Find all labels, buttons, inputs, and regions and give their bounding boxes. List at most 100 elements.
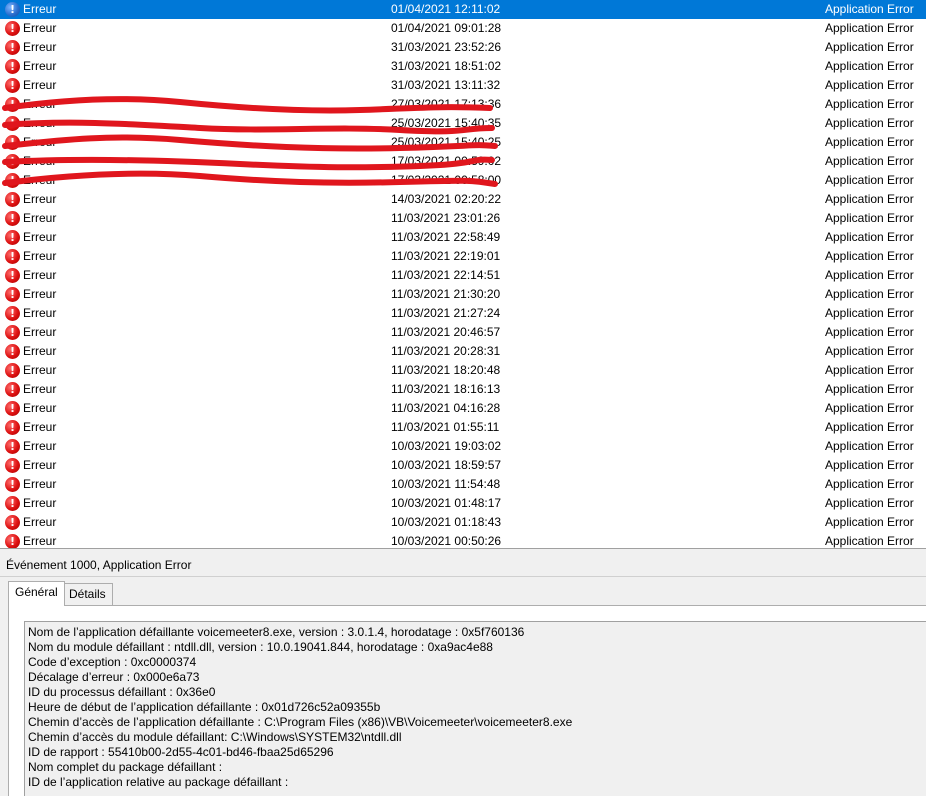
error-icon: ! bbox=[5, 287, 20, 302]
event-source: Application Error bbox=[825, 211, 914, 225]
tab-general[interactable]: Général bbox=[8, 581, 65, 606]
event-description-box[interactable]: Nom de l’application défaillante voiceme… bbox=[24, 621, 926, 796]
event-date: 11/03/2021 18:20:48 bbox=[391, 363, 501, 377]
tab-details[interactable]: Détails bbox=[62, 583, 113, 605]
description-line: ID de rapport : 55410b00-2d55-4c01-bd46-… bbox=[28, 745, 334, 759]
event-date: 11/03/2021 20:28:31 bbox=[391, 344, 501, 358]
event-source: Application Error bbox=[825, 306, 914, 320]
tab-panel-general: Nom de l’application défaillante voiceme… bbox=[8, 605, 926, 796]
event-row[interactable]: ! Erreur 11/03/2021 20:46:57 Application Er… bbox=[0, 323, 926, 342]
event-source: Application Error bbox=[825, 268, 914, 282]
tab-label: Détails bbox=[69, 587, 106, 601]
event-level: Erreur bbox=[23, 249, 57, 263]
event-date: 31/03/2021 23:52:26 bbox=[391, 40, 502, 54]
event-level: Erreur bbox=[23, 230, 57, 244]
event-date: 11/03/2021 23:01:26 bbox=[391, 211, 501, 225]
event-level: Erreur bbox=[23, 401, 57, 415]
error-icon: ! bbox=[5, 97, 20, 112]
event-row[interactable]: ! Erreur 17/03/2021 00:59:02 Application Er… bbox=[0, 152, 926, 171]
event-row[interactable]: ! Erreur 11/03/2021 20:28:31 Application Er… bbox=[0, 342, 926, 361]
error-icon: ! bbox=[5, 268, 20, 283]
event-source: Application Error bbox=[825, 401, 914, 415]
event-source: Application Error bbox=[825, 325, 914, 339]
event-row[interactable]: ! Erreur 11/03/2021 23:01:26 Application Er… bbox=[0, 209, 926, 228]
error-icon: ! bbox=[5, 496, 20, 511]
event-level: Erreur bbox=[23, 515, 57, 529]
error-icon: ! bbox=[5, 306, 20, 321]
event-source: Application Error bbox=[825, 59, 914, 73]
description-line: Code d’exception : 0xc0000374 bbox=[28, 655, 197, 669]
event-row[interactable]: ! Erreur 11/03/2021 18:16:13 Application Er… bbox=[0, 380, 926, 399]
error-icon: ! bbox=[5, 59, 20, 74]
event-row[interactable]: ! Erreur 11/03/2021 22:58:49 Application Er… bbox=[0, 228, 926, 247]
event-date: 27/03/2021 17:13:36 bbox=[391, 97, 502, 111]
event-level: Erreur bbox=[23, 21, 57, 35]
event-source: Application Error bbox=[825, 230, 914, 244]
description-line: Chemin d’accès du module défaillant: C:\… bbox=[28, 730, 402, 744]
event-list[interactable]: ! Erreur 01/04/2021 12:11:02 Application Er… bbox=[0, 0, 926, 548]
event-row[interactable]: ! Erreur 10/03/2021 01:18:43 Application Er… bbox=[0, 513, 926, 532]
error-icon: ! bbox=[5, 135, 20, 150]
error-icon: ! bbox=[5, 344, 20, 359]
error-icon: ! bbox=[5, 173, 20, 188]
event-row[interactable]: ! Erreur 01/04/2021 09:01:28 Application Er… bbox=[0, 19, 926, 38]
event-row[interactable]: ! Erreur 11/03/2021 21:30:20 Application Er… bbox=[0, 285, 926, 304]
event-row[interactable]: ! Erreur 31/03/2021 18:51:02 Application Er… bbox=[0, 57, 926, 76]
error-icon: ! bbox=[5, 477, 20, 492]
error-icon: ! bbox=[5, 534, 20, 548]
event-row[interactable]: ! Erreur 25/03/2021 15:40:35 Application Er… bbox=[0, 114, 926, 133]
event-source: Application Error bbox=[825, 2, 914, 16]
event-level: Erreur bbox=[23, 287, 57, 301]
event-row[interactable]: ! Erreur 31/03/2021 13:11:32 Application Er… bbox=[0, 76, 926, 95]
event-date: 10/03/2021 01:18:43 bbox=[391, 515, 502, 529]
event-date: 31/03/2021 18:51:02 bbox=[391, 59, 502, 73]
description-line: Heure de début de l’application défailla… bbox=[28, 700, 381, 714]
event-row[interactable]: ! Erreur 10/03/2021 01:48:17 Application Er… bbox=[0, 494, 926, 513]
event-date: 11/03/2021 22:58:49 bbox=[391, 230, 501, 244]
event-level: Erreur bbox=[23, 116, 57, 130]
event-date: 25/03/2021 15:40:25 bbox=[391, 135, 502, 149]
event-level: Erreur bbox=[23, 420, 57, 434]
event-row[interactable]: ! Erreur 10/03/2021 18:59:57 Application Er… bbox=[0, 456, 926, 475]
event-row[interactable]: ! Erreur 11/03/2021 04:16:28 Application Er… bbox=[0, 399, 926, 418]
event-source: Application Error bbox=[825, 192, 914, 206]
event-row[interactable]: ! Erreur 31/03/2021 23:52:26 Application Er… bbox=[0, 38, 926, 57]
error-icon: ! bbox=[5, 40, 20, 55]
event-date: 11/03/2021 18:16:13 bbox=[391, 382, 501, 396]
error-icon: ! bbox=[5, 439, 20, 454]
event-source: Application Error bbox=[825, 249, 914, 263]
event-source: Application Error bbox=[825, 173, 914, 187]
event-level: Erreur bbox=[23, 2, 57, 16]
event-source: Application Error bbox=[825, 515, 914, 529]
description-line: Chemin d’accès de l’application défailla… bbox=[28, 715, 573, 729]
event-row[interactable]: ! Erreur 01/04/2021 12:11:02 Application Er… bbox=[0, 0, 926, 19]
event-source: Application Error bbox=[825, 382, 914, 396]
error-icon: ! bbox=[5, 154, 20, 169]
event-row[interactable]: ! Erreur 10/03/2021 11:54:48 Application Er… bbox=[0, 475, 926, 494]
event-row[interactable]: ! Erreur 10/03/2021 19:03:02 Application Er… bbox=[0, 437, 926, 456]
event-row[interactable]: ! Erreur 11/03/2021 22:14:51 Application Er… bbox=[0, 266, 926, 285]
event-date: 14/03/2021 02:20:22 bbox=[391, 192, 502, 206]
description-line: Décalage d’erreur : 0x000e6a73 bbox=[28, 670, 200, 684]
event-date: 10/03/2021 01:48:17 bbox=[391, 496, 502, 510]
event-row[interactable]: ! Erreur 17/03/2021 00:58:00 Application Er… bbox=[0, 171, 926, 190]
event-date: 11/03/2021 21:30:20 bbox=[391, 287, 501, 301]
event-source: Application Error bbox=[825, 21, 914, 35]
error-icon: ! bbox=[5, 249, 20, 264]
error-icon: ! bbox=[5, 458, 20, 473]
event-row[interactable]: ! Erreur 11/03/2021 21:27:24 Application Er… bbox=[0, 304, 926, 323]
event-row[interactable]: ! Erreur 11/03/2021 01:55:11 Application Er… bbox=[0, 418, 926, 437]
event-row[interactable]: ! Erreur 10/03/2021 00:50:26 Application Er… bbox=[0, 532, 926, 548]
event-row[interactable]: ! Erreur 14/03/2021 02:20:22 Application Er… bbox=[0, 190, 926, 209]
error-icon: ! bbox=[5, 515, 20, 530]
event-row[interactable]: ! Erreur 25/03/2021 15:40:25 Application Er… bbox=[0, 133, 926, 152]
event-row[interactable]: ! Erreur 11/03/2021 22:19:01 Application Er… bbox=[0, 247, 926, 266]
event-row[interactable]: ! Erreur 27/03/2021 17:13:36 Application Er… bbox=[0, 95, 926, 114]
event-date: 10/03/2021 18:59:57 bbox=[391, 458, 502, 472]
description-line: ID du processus défaillant : 0x36e0 bbox=[28, 685, 216, 699]
event-date: 11/03/2021 01:55:11 bbox=[391, 420, 500, 434]
event-row[interactable]: ! Erreur 11/03/2021 18:20:48 Application Er… bbox=[0, 361, 926, 380]
event-source: Application Error bbox=[825, 154, 914, 168]
event-level: Erreur bbox=[23, 363, 57, 377]
error-icon: ! bbox=[5, 78, 20, 93]
